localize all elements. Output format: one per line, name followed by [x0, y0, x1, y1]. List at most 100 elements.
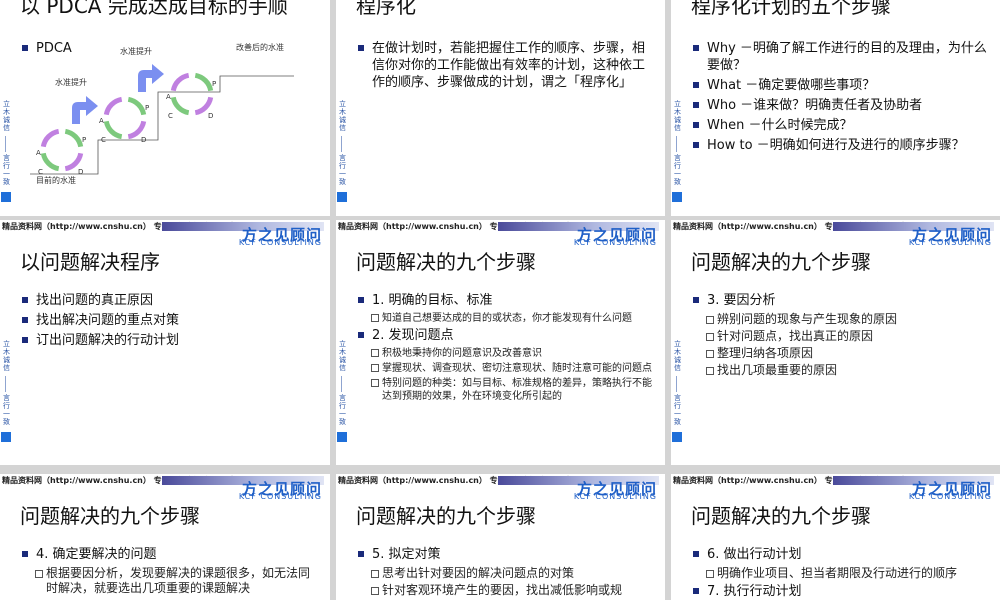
bullet-text: 1. 明确的目标、标准: [372, 293, 493, 308]
pdca-letter: A: [36, 149, 41, 157]
bullet-text: 订出问题解决的行动计划: [36, 333, 180, 348]
brand-logo-en: KCF CONSULTING: [238, 492, 322, 501]
pdca-letter: P: [145, 104, 149, 112]
pdca-letter: A: [166, 93, 171, 101]
sidebar-motto: 立木诚信 言行一致: [0, 100, 12, 216]
slide-thumbnail-4[interactable]: 以问题解决程序 立木诚信 言行一致 找出问题的真正原因 找出解决问题的重点对策 订出问题解…: [0, 220, 330, 465]
sub-bullet-item: 思考出针对要因的解决问题点的对策: [358, 566, 655, 581]
pdca-letter: A: [99, 117, 104, 125]
slide-thumbnail-5[interactable]: 问题解决的九个步骤 立木诚信 言行一致 1. 明确的目标、标准 知道自己想要达成的目的或…: [336, 220, 665, 465]
pdca-letter: D: [78, 168, 83, 176]
pdca-cycle-arc: [194, 72, 214, 92]
brand-logo-en: KCF CONSULTING: [238, 238, 322, 247]
level-up-arrow: [138, 64, 164, 92]
slide-header-strip: 精品资料网（http://www.cnshu.cn） 专业提供企管培训资料 方之见…: [336, 474, 665, 502]
sidebar-motto: 立木诚信 言行一致: [671, 340, 683, 460]
pdca-label-raise1: 水准提升: [55, 78, 87, 87]
slide-header-strip: 精品资料网（http://www.cnshu.cn） 专业提供企管培训资料 方之见…: [671, 474, 1000, 502]
slide-thumbnail-3[interactable]: 程序化计划的五个步骤立木诚信 言行一致 Why －明确了解工作进行的目的及理由，为什…: [671, 0, 1000, 216]
bullet-item: What －确定要做哪些事项？: [693, 77, 990, 94]
bullet-list: 1. 明确的目标、标准 知道自己想要达成的目的或状态，你才能发现有什么问题 2. 发…: [358, 292, 655, 405]
brand-logo-en: KCF CONSULTING: [908, 492, 992, 501]
sidebar-motto: 立木诚信 言行一致: [671, 100, 683, 216]
slide-title: 以问题解决程序: [20, 250, 160, 274]
sidebar-motto: 立木诚信 言行一致: [0, 340, 12, 460]
bullet-item: 在做计划时，若能把握住工作的顺序、步骤，相信你对你的工作能做出有效率的计划，这种…: [358, 40, 651, 91]
bullet-text: What －确定要做哪些事项？: [707, 78, 876, 93]
sub-bullet-item: 整理归纳各项原因: [693, 346, 990, 361]
motto-divider: [676, 136, 677, 152]
bullet-item: 找出解决问题的重点对策: [22, 312, 320, 329]
slide-thumbnail-9[interactable]: 问题解决的九个步骤 6. 做出行动计划 明确作业项目、担当者期限及行动进行的顺序 7.…: [671, 474, 1000, 600]
sub-bullet-item: 辨别问题的现象与产生现象的原因: [693, 312, 990, 327]
sidebar-motto: 立木诚信 言行一致: [336, 340, 348, 460]
sub-bullet-item: 掌握现状、调查现状、密切注意现状、随时注意可能的问题点: [358, 362, 655, 375]
bullet-item: How to －明确如何进行及进行的顺序步骤？: [693, 137, 990, 154]
motto-divider: [341, 376, 342, 392]
sub-bullet-item: 针对问题点，找出真正的原因: [693, 329, 990, 344]
bullet-list: 6. 做出行动计划 明确作业项目、担当者期限及行动进行的顺序 7. 执行行动计划: [693, 546, 990, 600]
bullet-text: Why －明确了解工作进行的目的及理由，为什么要做？: [707, 41, 987, 73]
pdca-cycle-arc: [40, 152, 60, 172]
bullet-text: 7. 执行行动计划: [707, 584, 802, 599]
level-staircase-line: [30, 75, 294, 175]
bullet-text: 在做计划时，若能把握住工作的顺序、步骤，相信你对你的工作能做出有效率的计划，这种…: [372, 41, 646, 90]
bullet-item: 7. 执行行动计划: [693, 583, 990, 600]
pdca-cycle-arc: [64, 152, 84, 172]
pdca-cycle-arc: [170, 72, 190, 92]
sub-bullet-item: 针对客观环境产生的要因，找出减低影响或规: [358, 583, 655, 598]
slide-header-strip: 精品资料网（http://www.cnshu.cn） 专业提供企管培训资料 方之见…: [671, 220, 1000, 248]
motto-divider: [5, 136, 6, 152]
bullet-text: How to －明确如何进行及进行的顺序步骤？: [707, 138, 965, 153]
motto-bottom-text: 言行一致: [674, 394, 681, 426]
slide-header-strip: 精品资料网（http://www.cnshu.cn） 专业提供企管培训资料 方之见…: [336, 220, 665, 248]
pdca-cycle-arc: [170, 96, 190, 116]
pdca-diagram: APC DAPC DAPC D: [30, 64, 294, 176]
motto-top-text: 立木诚信: [339, 100, 346, 132]
level-up-arrow: [72, 96, 98, 124]
motto-top-text: 立木诚信: [674, 340, 681, 372]
pdca-letter: P: [82, 136, 86, 144]
slide-thumbnail-2[interactable]: 程序化立木诚信言行一致 在做计划时，若能把握住工作的顺序、步骤，相信你对你的工作能…: [336, 0, 665, 216]
pdca-letter: C: [101, 136, 106, 144]
sub-bullet-item: 找出几项最重要的原因: [693, 363, 990, 378]
bullet-item: 2. 发现问题点: [358, 327, 655, 344]
slide-thumbnail-6[interactable]: 问题解决的九个步骤立木诚信言行一致 3. 要因分析辨别问题的现象与产生现象的原因针…: [671, 220, 1000, 465]
motto-top-text: 立木诚信: [674, 100, 681, 132]
pdca-cycle-arc: [103, 96, 123, 116]
motto-square-marker: [337, 432, 347, 442]
sub-bullet-item: 特别问题的种类：如与目标、标准规格的差异，策略执行不能达到预期的效果，外在环境变…: [358, 377, 655, 403]
brand-logo-en: KCF CONSULTING: [573, 492, 657, 501]
pdca-letter: C: [168, 112, 173, 120]
bullet-item: 订出问题解决的行动计划: [22, 332, 320, 349]
bullet-list: 在做计划时，若能把握住工作的顺序、步骤，相信你对你的工作能做出有效率的计划，这种…: [358, 40, 651, 94]
bullet-text: 5. 拟定对策: [372, 547, 441, 562]
slide-thumbnail-8[interactable]: 问题解决的九个步骤 5. 拟定对策思考出针对要因的解决问题点的对策 针对客观环境产生…: [336, 474, 665, 600]
brand-logo-en: KCF CONSULTING: [908, 238, 992, 247]
bullet-list: 5. 拟定对策思考出针对要因的解决问题点的对策 针对客观环境产生的要因，找出减低影…: [358, 546, 655, 600]
motto-top-text: 立木诚信: [339, 340, 346, 372]
bullet-text: 找出问题的真正原因: [36, 293, 154, 308]
brand-logo-en: KCF CONSULTING: [573, 238, 657, 247]
slide-thumbnail-7[interactable]: 问题解决的九个步骤 4. 确定要解决的问题 根据要因分析，发现要解决的课题很多，如无…: [0, 474, 330, 600]
bullet-list: 3. 要因分析辨别问题的现象与产生现象的原因 针对问题点，找出真正的原因 整理归纳各…: [693, 292, 990, 380]
pdca-cycle-arc: [127, 120, 147, 140]
bullet-item: When －什么时候完成？: [693, 117, 990, 134]
slide-title: 问题解决的九个步骤: [691, 250, 871, 274]
pdca-cycle-arc: [127, 96, 147, 116]
bullet-text: 4. 确定要解决的问题: [36, 547, 157, 562]
bullet-list: 找出问题的真正原因找出解决问题的重点对策订出问题解决的行动计划: [22, 292, 320, 352]
slide-title: 问题解决的九个步骤: [691, 504, 871, 528]
slide-title: 程序化计划的五个步骤: [691, 0, 891, 18]
bullet-text: 3. 要因分析: [707, 293, 776, 308]
slide-title: 程序化: [356, 0, 416, 18]
motto-divider: [5, 376, 6, 392]
motto-bottom-text: 言行一致: [339, 154, 346, 186]
bullet-text: Who －谁来做？明确责任者及协助者: [707, 98, 923, 113]
slide-title: 问题解决的九个步骤: [356, 504, 536, 528]
slide-thumbnail-1[interactable]: 以 PDCA 完成达成目标的手顺 立木诚信 言行一致 PDCA A P C D A P C D A P C D…: [0, 0, 330, 216]
bullet-list: Why －明确了解工作进行的目的及理由，为什么要做？ What －确定要做哪些事项…: [693, 40, 990, 157]
motto-bottom-text: 言行一致: [339, 394, 346, 426]
bullet-item: 4. 确定要解决的问题: [22, 546, 320, 563]
bullet-item: Who －谁来做？明确责任者及协助者: [693, 97, 990, 114]
